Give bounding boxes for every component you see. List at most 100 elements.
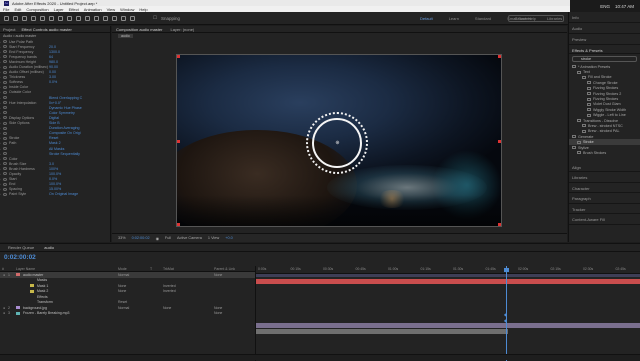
active-camera-dropdown[interactable]: Active Camera <box>177 236 202 240</box>
stopwatch-icon[interactable] <box>3 182 7 186</box>
layer-name[interactable]: Effects <box>37 295 97 299</box>
camera-tool-icon[interactable] <box>49 15 54 21</box>
property-value[interactable]: Mask 2 <box>49 141 61 145</box>
layer-handle[interactable] <box>498 55 501 58</box>
stopwatch-icon[interactable] <box>3 101 7 105</box>
workspace-default[interactable]: Default <box>420 16 433 21</box>
audio-panel-header[interactable]: Audio <box>569 23 640 34</box>
stopwatch-icon[interactable] <box>3 116 7 120</box>
layer-trkmat[interactable]: Inverted <box>163 284 176 288</box>
property-value[interactable]: Dynamic Hue Phase <box>49 106 82 110</box>
stopwatch-icon[interactable] <box>3 111 7 115</box>
stopwatch-icon[interactable] <box>3 147 7 151</box>
visibility-eye-icon[interactable]: ● <box>0 273 8 277</box>
playhead-handle[interactable] <box>504 268 509 272</box>
stopwatch-icon[interactable] <box>3 136 7 140</box>
tab-project[interactable]: Project <box>3 27 15 32</box>
layer-handle[interactable] <box>177 223 180 226</box>
search-help-field[interactable]: Search Help <box>508 15 564 22</box>
property-value[interactable]: 100.0% <box>49 172 61 176</box>
property-value[interactable]: 0.0% <box>49 80 57 84</box>
property-value[interactable]: Blend Overlapping C <box>49 96 82 100</box>
property-value[interactable]: On Original Image <box>49 192 78 196</box>
current-time-display[interactable]: 0:02:00:02 <box>132 236 150 240</box>
menu-animation[interactable]: Animation <box>84 7 102 12</box>
label-color-swatch[interactable] <box>16 311 20 315</box>
roto-tool-icon[interactable] <box>121 15 126 21</box>
effect-property-row[interactable]: › Paint Style On Original Image <box>0 192 110 197</box>
tab-audio-comp[interactable]: audio <box>44 245 54 250</box>
clock[interactable]: 10:47 AM <box>615 4 634 9</box>
pan-behind-tool-icon[interactable] <box>58 15 63 21</box>
menu-composition[interactable]: Composition <box>26 7 48 12</box>
column-mode[interactable]: Mode <box>118 267 127 271</box>
visibility-eye-icon[interactable]: ● <box>0 311 8 315</box>
layer-mode[interactable]: None <box>118 284 126 288</box>
layer-mode[interactable]: None <box>118 289 126 293</box>
stopwatch-icon[interactable] <box>3 50 7 54</box>
property-value[interactable]: 3.00 <box>49 75 56 79</box>
panel-header[interactable]: Character <box>569 183 640 194</box>
stopwatch-icon[interactable] <box>3 80 7 84</box>
info-panel-header[interactable]: Info <box>569 12 640 23</box>
property-value[interactable]: Side B <box>49 121 60 125</box>
stopwatch-icon[interactable] <box>3 40 7 44</box>
stopwatch-icon[interactable] <box>3 167 7 171</box>
label-color-swatch[interactable] <box>16 306 20 310</box>
stopwatch-icon[interactable] <box>3 192 7 196</box>
stopwatch-icon[interactable] <box>3 85 7 89</box>
stopwatch-icon[interactable] <box>3 172 7 176</box>
panel-header[interactable]: Content-Aware Fill <box>569 214 640 225</box>
menu-layer[interactable]: Layer <box>54 7 64 12</box>
hand-tool-icon[interactable] <box>22 15 27 21</box>
panel-header[interactable]: Tracker <box>569 204 640 215</box>
menu-edit[interactable]: Edit <box>14 7 21 12</box>
property-value[interactable]: Reset <box>49 136 58 140</box>
menu-effect[interactable]: Effect <box>69 7 79 12</box>
stopwatch-icon[interactable] <box>3 157 7 161</box>
menu-window[interactable]: Window <box>120 7 134 12</box>
property-value[interactable]: All Masks <box>49 147 64 151</box>
property-value[interactable]: 3.0 <box>49 162 54 166</box>
composition-frame[interactable]: ⊕ <box>176 54 502 227</box>
comp-breadcrumb[interactable]: audio <box>118 34 133 38</box>
property-value[interactable]: 15.00% <box>49 187 61 191</box>
property-value[interactable]: 980.0 <box>49 60 58 64</box>
visibility-eye-icon[interactable]: ● <box>0 306 8 310</box>
panel-header[interactable]: Paragraph <box>569 193 640 204</box>
column-parent[interactable]: Parent & Link <box>214 267 235 271</box>
layer-name[interactable]: audio master <box>23 273 83 277</box>
stopwatch-icon[interactable] <box>3 70 7 74</box>
anchor-point-icon[interactable]: ⊕ <box>335 141 340 146</box>
language-indicator[interactable]: ENG <box>600 4 610 9</box>
time-ruler[interactable]: 0:00s 00:15s 00:30s 00:45s 01:00s 01:15s 01:30… <box>256 266 640 274</box>
eraser-tool-icon[interactable] <box>112 15 117 21</box>
home-tool-icon[interactable] <box>4 15 9 21</box>
mask-tool-icon[interactable] <box>67 15 72 21</box>
property-value[interactable]: 1300.0 <box>49 50 60 54</box>
type-tool-icon[interactable] <box>85 15 90 21</box>
label-color-swatch[interactable] <box>30 284 34 288</box>
property-value[interactable]: 100.0% <box>49 182 61 186</box>
resolution-dropdown[interactable]: Full <box>165 236 171 240</box>
property-value[interactable]: 90.00 <box>49 65 58 69</box>
layer-bar-audio-track[interactable] <box>256 329 508 334</box>
column-layer-name[interactable]: Layer Name <box>16 267 116 271</box>
label-color-swatch[interactable] <box>30 301 34 304</box>
stopwatch-icon[interactable] <box>3 106 7 110</box>
stopwatch-icon[interactable] <box>3 152 7 156</box>
rotate-tool-icon[interactable] <box>40 15 45 21</box>
panel-header[interactable]: Libraries <box>569 172 640 183</box>
tab-layer[interactable]: Layer: (none) <box>170 27 194 32</box>
property-value[interactable]: Composite On Origi <box>49 131 81 135</box>
selection-tool-icon[interactable] <box>13 15 18 21</box>
label-color-swatch[interactable] <box>16 273 20 277</box>
property-value[interactable]: 0.0% <box>49 177 57 181</box>
pen-tool-icon[interactable] <box>76 15 81 21</box>
camera-snapshot-icon[interactable]: ◉ <box>156 236 159 241</box>
layer-name[interactable]: Transform <box>37 300 97 304</box>
label-color-swatch[interactable] <box>30 289 34 293</box>
stopwatch-icon[interactable] <box>3 177 7 181</box>
property-value[interactable]: 0x+0.0° <box>49 101 61 105</box>
stopwatch-icon[interactable] <box>3 162 7 166</box>
